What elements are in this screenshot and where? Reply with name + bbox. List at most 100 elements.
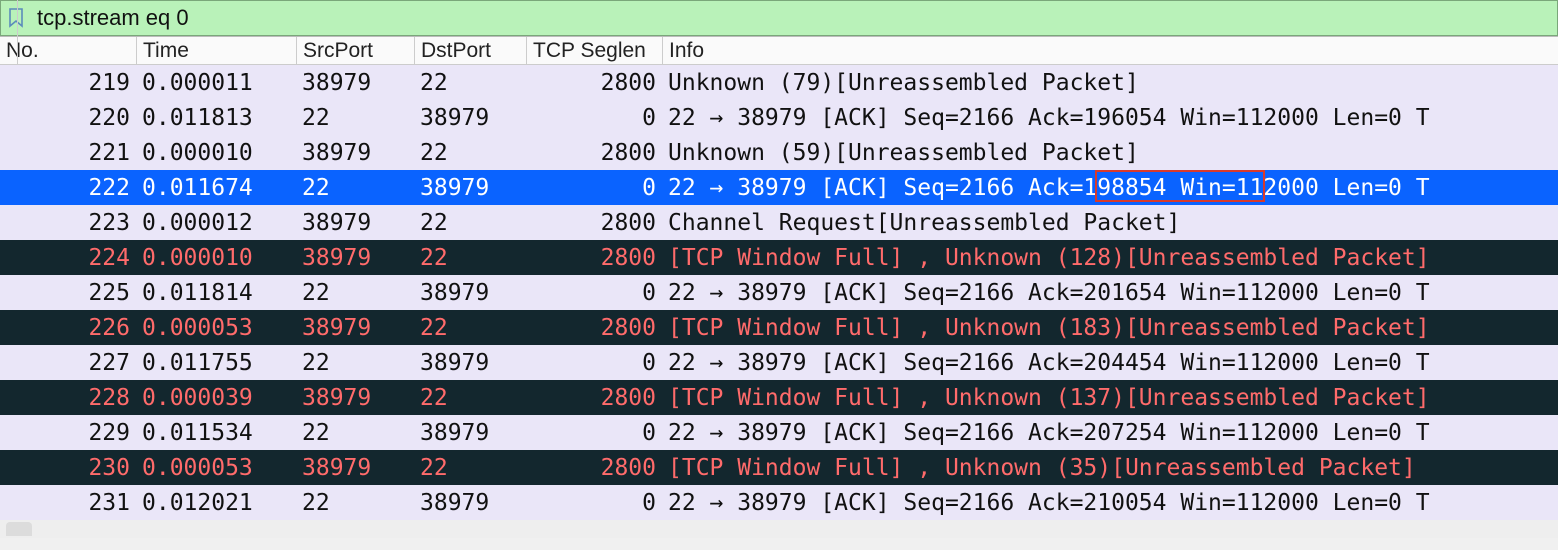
cell-src: 22 [296,175,414,201]
column-header-time[interactable]: Time [136,37,296,64]
cell-seg: 2800 [526,315,662,341]
cell-info: Unknown (79)[Unreassembled Packet] [662,70,1558,96]
cell-info: 22 → 38979 [ACK] Seq=2166 Ack=207254 Win… [662,420,1558,446]
cell-info: Unknown (59)[Unreassembled Packet] [662,140,1558,166]
cell-dst: 22 [414,455,526,481]
table-row[interactable]: 2210.00001038979222800Unknown (59)[Unrea… [0,135,1558,170]
cell-src: 38979 [296,140,414,166]
cell-time: 0.000053 [136,315,296,341]
cell-no: 230 [0,455,136,481]
cell-dst: 38979 [414,490,526,516]
cell-src: 22 [296,350,414,376]
cell-no: 224 [0,245,136,271]
cell-src: 22 [296,420,414,446]
cell-info: Channel Request[Unreassembled Packet] [662,210,1558,236]
cell-seg: 2800 [526,385,662,411]
footer-tabs [0,520,1558,538]
display-filter-bar [0,0,1558,36]
column-header-src[interactable]: SrcPort [296,37,414,64]
cell-info: 22 → 38979 [ACK] Seq=2166 Ack=196054 Win… [662,105,1558,131]
cell-time: 0.000039 [136,385,296,411]
cell-time: 0.011674 [136,175,296,201]
cell-seg: 0 [526,175,662,201]
cell-seg: 2800 [526,210,662,236]
column-header-seg[interactable]: TCP Seglen [526,37,662,64]
footer-tab-item[interactable] [6,522,32,536]
cell-src: 38979 [296,245,414,271]
table-row[interactable]: 2290.0115342238979022 → 38979 [ACK] Seq=… [0,415,1558,450]
cell-no: 225 [0,280,136,306]
cell-info: 22 → 38979 [ACK] Seq=2166 Ack=198854 Win… [662,175,1558,201]
cell-no: 222 [0,175,136,201]
cell-dst: 22 [414,245,526,271]
cell-dst: 22 [414,210,526,236]
cell-seg: 0 [526,105,662,131]
cell-src: 38979 [296,210,414,236]
cell-dst: 38979 [414,420,526,446]
cell-dst: 22 [414,315,526,341]
packet-list[interactable]: 2190.00001138979222800Unknown (79)[Unrea… [0,65,1558,520]
cell-src: 38979 [296,70,414,96]
cell-no: 226 [0,315,136,341]
cell-seg: 0 [526,420,662,446]
cell-seg: 0 [526,280,662,306]
cell-seg: 2800 [526,455,662,481]
column-header-no[interactable]: No. [0,37,136,64]
cell-dst: 38979 [414,280,526,306]
column-header-dst[interactable]: DstPort [414,37,526,64]
cell-src: 22 [296,490,414,516]
cell-time: 0.011813 [136,105,296,131]
table-row[interactable]: 2310.0120212238979022 → 38979 [ACK] Seq=… [0,485,1558,520]
cell-no: 220 [0,105,136,131]
cell-info: 22 → 38979 [ACK] Seq=2166 Ack=204454 Win… [662,350,1558,376]
cell-src: 38979 [296,385,414,411]
table-row[interactable]: 2250.0118142238979022 → 38979 [ACK] Seq=… [0,275,1558,310]
cell-time: 0.011755 [136,350,296,376]
cell-no: 219 [0,70,136,96]
table-row[interactable]: 2300.00005338979222800[TCP Window Full] … [0,450,1558,485]
cell-dst: 22 [414,70,526,96]
cell-info: [TCP Window Full] , Unknown (137)[Unreas… [662,385,1558,411]
cell-info: 22 → 38979 [ACK] Seq=2166 Ack=201654 Win… [662,280,1558,306]
packet-table: No. Time SrcPort DstPort TCP Seglen Info… [0,36,1558,520]
cell-info: [TCP Window Full] , Unknown (183)[Unreas… [662,315,1558,341]
cell-info: [TCP Window Full] , Unknown (128)[Unreas… [662,245,1558,271]
table-row[interactable]: 2240.00001038979222800[TCP Window Full] … [0,240,1558,275]
cell-seg: 2800 [526,70,662,96]
table-row[interactable]: 2260.00005338979222800[TCP Window Full] … [0,310,1558,345]
cell-time: 0.000012 [136,210,296,236]
table-row[interactable]: 2200.0118132238979022 → 38979 [ACK] Seq=… [0,100,1558,135]
cell-time: 0.011534 [136,420,296,446]
cell-no: 228 [0,385,136,411]
cell-no: 229 [0,420,136,446]
cell-time: 0.000010 [136,245,296,271]
cell-time: 0.011814 [136,280,296,306]
table-header[interactable]: No. Time SrcPort DstPort TCP Seglen Info [0,37,1558,65]
cell-src: 38979 [296,455,414,481]
display-filter-input[interactable] [33,3,1553,33]
cell-no: 231 [0,490,136,516]
cell-seg: 0 [526,350,662,376]
cell-seg: 2800 [526,245,662,271]
cell-dst: 22 [414,140,526,166]
cell-dst: 22 [414,385,526,411]
cell-no: 227 [0,350,136,376]
column-header-info[interactable]: Info [662,37,1558,64]
table-row[interactable]: 2270.0117552238979022 → 38979 [ACK] Seq=… [0,345,1558,380]
cell-dst: 38979 [414,350,526,376]
cell-no: 221 [0,140,136,166]
table-row[interactable]: 2280.00003938979222800[TCP Window Full] … [0,380,1558,415]
cell-seg: 0 [526,490,662,516]
cell-dst: 38979 [414,175,526,201]
cell-time: 0.000053 [136,455,296,481]
cell-seg: 2800 [526,140,662,166]
cell-src: 22 [296,280,414,306]
cell-src: 38979 [296,315,414,341]
cell-info: 22 → 38979 [ACK] Seq=2166 Ack=210054 Win… [662,490,1558,516]
cell-time: 0.000010 [136,140,296,166]
cell-time: 0.000011 [136,70,296,96]
table-row[interactable]: 2190.00001138979222800Unknown (79)[Unrea… [0,65,1558,100]
table-row[interactable]: 2220.0116742238979022 → 38979 [ACK] Seq=… [0,170,1558,205]
cell-src: 22 [296,105,414,131]
table-row[interactable]: 2230.00001238979222800Channel Request[Un… [0,205,1558,240]
